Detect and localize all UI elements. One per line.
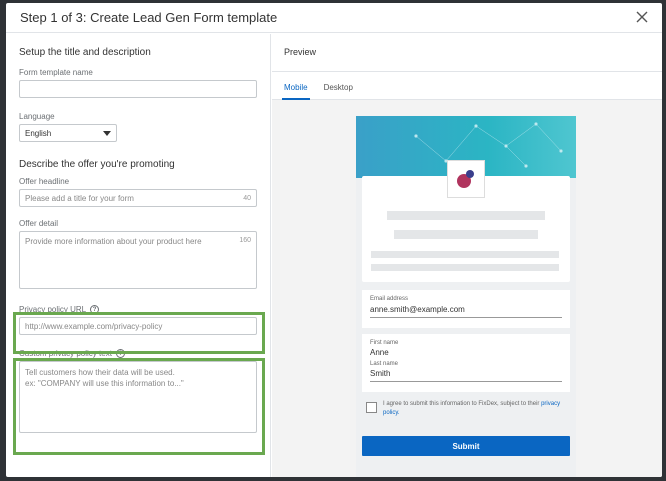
- mobile-preview: Email address anne.smith@example.com Fir…: [356, 116, 576, 477]
- skeleton-line: [371, 264, 559, 271]
- offer-card: [362, 160, 570, 282]
- detail-counter: 160: [239, 237, 251, 244]
- detail-textarea[interactable]: Provide more information about your prod…: [19, 231, 257, 289]
- modal-title: Step 1 of 3: Create Lead Gen Form templa…: [20, 10, 278, 25]
- setup-section-title: Setup the title and description: [19, 47, 151, 58]
- screen-frame: Step 1 of 3: Create Lead Gen Form templa…: [0, 0, 666, 481]
- language-select[interactable]: English: [19, 124, 117, 142]
- language-value: English: [25, 128, 52, 138]
- tab-desktop[interactable]: Desktop: [324, 72, 353, 100]
- form-name-input[interactable]: [19, 80, 257, 98]
- form-name-label: Form template name: [19, 68, 93, 77]
- consent-row: I agree to submit this information to Fi…: [362, 396, 570, 422]
- modal-header: Step 1 of 3: Create Lead Gen Form templa…: [6, 3, 662, 33]
- first-name-label: First name: [370, 340, 399, 346]
- close-icon[interactable]: [634, 9, 650, 25]
- email-field-card: Email address anne.smith@example.com: [362, 290, 570, 328]
- email-label: Email address: [370, 296, 409, 302]
- offer-section-title: Describe the offer you're promoting: [19, 159, 175, 170]
- email-value[interactable]: anne.smith@example.com: [370, 305, 562, 318]
- last-name-value[interactable]: Smith: [370, 369, 562, 382]
- skeleton-line: [394, 230, 538, 239]
- preview-panel: Preview Mobile Desktop Email address ann…: [272, 34, 662, 477]
- chevron-down-icon: [103, 130, 111, 136]
- lead-gen-modal: Step 1 of 3: Create Lead Gen Form templa…: [6, 3, 662, 477]
- submit-button[interactable]: Submit: [362, 436, 570, 456]
- headline-label: Offer headline: [19, 177, 70, 186]
- consent-text: I agree to submit this information to Fi…: [383, 401, 561, 416]
- last-name-label: Last name: [370, 361, 399, 367]
- headline-counter: 40: [243, 194, 251, 202]
- skeleton-line: [371, 251, 559, 258]
- tab-mobile[interactable]: Mobile: [282, 72, 310, 100]
- detail-label: Offer detail: [19, 219, 58, 228]
- preview-title: Preview: [272, 34, 662, 72]
- language-label: Language: [19, 112, 55, 121]
- custom-privacy-highlight: [13, 358, 265, 455]
- company-logo: [447, 160, 485, 198]
- preview-tabs: Mobile Desktop: [272, 72, 662, 100]
- headline-input[interactable]: Please add a title for your form 40: [19, 189, 257, 207]
- skeleton-line: [387, 211, 545, 220]
- privacy-url-highlight: [13, 312, 265, 354]
- first-name-value[interactable]: Anne: [370, 348, 562, 361]
- headline-placeholder: Please add a title for your form: [25, 193, 134, 203]
- name-field-card: First name Anne Last name Smith: [362, 334, 570, 392]
- consent-checkbox[interactable]: [366, 402, 377, 413]
- detail-placeholder: Provide more information about your prod…: [25, 237, 202, 246]
